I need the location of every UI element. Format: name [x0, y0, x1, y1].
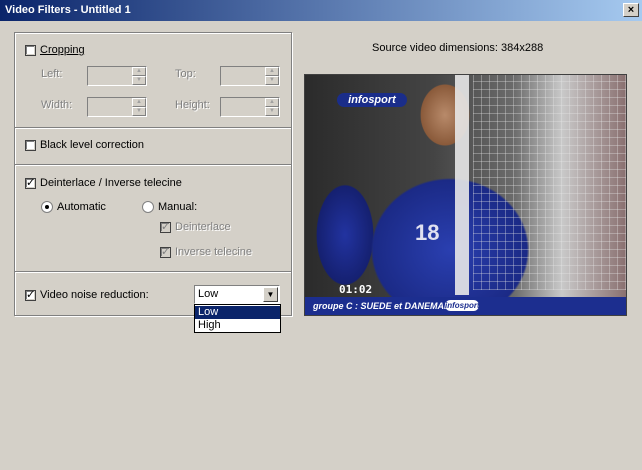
- section-divider: [15, 164, 291, 166]
- ticker-logo: infosport: [445, 300, 480, 311]
- score-ticker: groupe C : SUEDE et DANEMARK infosport: [305, 297, 626, 315]
- noise-reduction-option[interactable]: ✓ Video noise reduction:: [25, 289, 149, 301]
- spin-down-icon[interactable]: ▼: [132, 107, 146, 116]
- black-level-option[interactable]: Black level correction: [25, 139, 144, 151]
- cropping-option[interactable]: Cropping: [25, 44, 85, 56]
- inverse-telecine-checkbox[interactable]: ✓: [160, 245, 171, 258]
- title-bar[interactable]: Video Filters - Untitled 1 ×: [0, 0, 642, 21]
- spin-up-icon[interactable]: ▲: [132, 67, 146, 76]
- black-level-label: Black level correction: [40, 139, 144, 152]
- inverse-telecine-option[interactable]: ✓ Inverse telecine: [160, 246, 252, 258]
- section-divider: [15, 127, 291, 129]
- noise-level-option-low[interactable]: Low: [195, 306, 280, 319]
- crop-height-label: Height:: [175, 99, 210, 111]
- manual-deinterlace-checkbox[interactable]: ✓: [160, 220, 171, 233]
- spin-down-icon[interactable]: ▼: [265, 107, 279, 116]
- check-icon: ✓: [26, 176, 36, 189]
- noise-level-value: Low: [198, 288, 219, 300]
- cropping-checkbox[interactable]: [25, 44, 36, 56]
- deinterlace-checkbox[interactable]: ✓: [25, 176, 36, 189]
- jersey-number: 18: [415, 220, 440, 245]
- ticker-text: groupe C : SUEDE et DANEMARK: [313, 301, 458, 311]
- crop-height-spinner[interactable]: ▲ ▼: [220, 97, 280, 117]
- deinterlace-label: Deinterlace / Inverse telecine: [40, 177, 182, 190]
- chevron-down-icon[interactable]: ▼: [263, 287, 278, 302]
- check-icon: ✓: [26, 288, 36, 301]
- crop-width-label: Width:: [41, 99, 73, 111]
- manual-deinterlace-option[interactable]: ✓ Deinterlace: [160, 221, 231, 233]
- noise-reduction-label: Video noise reduction:: [40, 289, 149, 302]
- automatic-option[interactable]: Automatic: [41, 201, 106, 214]
- black-level-checkbox[interactable]: [25, 139, 36, 151]
- check-icon: ✓: [161, 220, 171, 233]
- manual-radio[interactable]: [142, 201, 154, 214]
- match-clock: 01:02: [339, 283, 373, 296]
- spin-down-icon[interactable]: ▼: [265, 76, 279, 85]
- inverse-telecine-label: Inverse telecine: [175, 246, 253, 259]
- automatic-radio[interactable]: [41, 201, 53, 214]
- noise-level-option-high[interactable]: High: [195, 319, 280, 332]
- spin-up-icon[interactable]: ▲: [265, 98, 279, 107]
- goal-net: [473, 75, 626, 290]
- automatic-label: Automatic: [57, 201, 106, 214]
- noise-reduction-checkbox[interactable]: ✓: [25, 288, 36, 301]
- manual-deinterlace-label: Deinterlace: [175, 221, 231, 234]
- cropping-label: Cropping: [40, 44, 85, 57]
- crop-left-label: Left:: [41, 68, 63, 80]
- crop-left-spinner[interactable]: ▲ ▼: [87, 66, 147, 86]
- crop-width-spinner[interactable]: ▲ ▼: [87, 97, 147, 117]
- filters-panel: Cropping Left: ▲ ▼ Top: ▲ ▼ Width: ▲ ▼ H…: [14, 32, 292, 316]
- video-preview: 18 infosport 01:02 groupe C : SUEDE et D…: [304, 74, 627, 316]
- window-title: Video Filters - Untitled 1: [5, 4, 131, 16]
- manual-option[interactable]: Manual:: [142, 201, 198, 214]
- channel-logo: infosport: [337, 93, 407, 107]
- close-button[interactable]: ×: [623, 3, 639, 17]
- section-divider: [15, 271, 291, 273]
- crop-top-spinner[interactable]: ▲ ▼: [220, 66, 280, 86]
- crop-top-label: Top:: [175, 68, 196, 80]
- close-icon: ×: [627, 4, 635, 16]
- manual-label: Manual:: [158, 201, 198, 214]
- spin-up-icon[interactable]: ▲: [265, 67, 279, 76]
- video-filters-window: Video Filters - Untitled 1 × Cropping Le…: [0, 0, 642, 470]
- radio-selected-icon: [45, 205, 49, 210]
- check-icon: ✓: [161, 245, 171, 258]
- spin-up-icon[interactable]: ▲: [132, 98, 146, 107]
- deinterlace-option[interactable]: ✓ Deinterlace / Inverse telecine: [25, 177, 182, 189]
- noise-level-dropdown: Low High: [194, 304, 281, 333]
- source-dimensions-text: Source video dimensions: 384x288: [372, 42, 544, 54]
- goal-post: [455, 75, 469, 295]
- spin-down-icon[interactable]: ▼: [132, 76, 146, 85]
- noise-level-select[interactable]: Low ▼: [194, 285, 280, 304]
